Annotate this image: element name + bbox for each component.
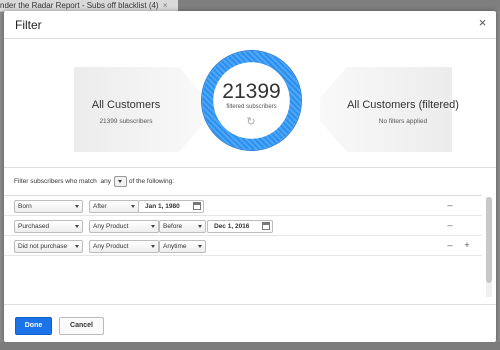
field-select-value: Born xyxy=(18,203,32,210)
filters-applied-status: No filters applied xyxy=(378,118,428,125)
operator-select[interactable]: Anytime xyxy=(159,240,206,253)
filter-row: Born After Jan 1, 1980 – xyxy=(4,196,482,216)
calendar-icon[interactable] xyxy=(262,222,270,230)
background-tab-close-icon[interactable]: × xyxy=(163,1,168,10)
match-sentence: Filter subscribers who match any of the … xyxy=(14,176,174,187)
filtered-customers-title: All Customers (filtered) xyxy=(347,99,459,111)
chevron-down-icon xyxy=(131,205,135,208)
all-customers-title: All Customers xyxy=(91,99,161,111)
filter-summary: All Customers 21399 subscribers 21399 fi… xyxy=(4,39,496,179)
field-select[interactable]: Did not purchase xyxy=(14,240,83,253)
refresh-icon: ↻ xyxy=(246,116,256,128)
filter-dialog: Filter × All Customers 21399 subscribers… xyxy=(4,11,496,342)
filtered-customers-summary: All Customers (filtered) No filters appl… xyxy=(340,99,466,125)
operator-select[interactable]: Before xyxy=(159,220,206,233)
field-select[interactable]: Born xyxy=(14,200,83,213)
field-select[interactable]: Purchased xyxy=(14,220,83,233)
filtered-count-label: filtered subscribers xyxy=(226,104,277,110)
filtered-count-ring: 21399 filtered subscribers ↻ xyxy=(202,51,301,150)
chevron-down-icon xyxy=(75,225,79,228)
filter-rows: Born After Jan 1, 1980 – Purchased Any P… xyxy=(4,196,482,256)
scrollbar-thumb[interactable] xyxy=(486,197,492,283)
filtered-count: 21399 xyxy=(222,80,281,103)
date-field-value: Dec 1, 2016 xyxy=(214,223,250,230)
chevron-down-icon xyxy=(75,245,79,248)
all-customers-count: 21399 subscribers xyxy=(99,118,153,125)
field-select-value: Did not purchase xyxy=(18,243,68,250)
background-tab-label: nder the Radar Report - Subs off blackli… xyxy=(0,1,159,10)
close-icon[interactable]: × xyxy=(476,16,489,29)
filter-row: Purchased Any Product Before Dec 1, 2016… xyxy=(4,216,482,236)
date-field[interactable]: Dec 1, 2016 xyxy=(207,220,273,233)
chevron-down-icon xyxy=(198,225,202,228)
operator-select[interactable]: After xyxy=(89,200,139,213)
operator-select-value: Anytime xyxy=(163,243,187,250)
filter-row: Did not purchase Any Product Anytime – + xyxy=(4,236,482,256)
background-bottom-strip xyxy=(0,342,500,350)
calendar-icon[interactable] xyxy=(193,202,201,210)
product-select-value: Any Product xyxy=(93,223,129,230)
operator-select-value: Before xyxy=(163,223,183,230)
filters-scrollbar[interactable] xyxy=(486,197,492,297)
operator-select-value: After xyxy=(93,203,107,210)
chevron-down-icon xyxy=(151,245,155,248)
match-mode-value[interactable]: any xyxy=(101,178,111,185)
date-field-value: Jan 1, 1980 xyxy=(145,203,180,210)
match-prefix: Filter subscribers who match xyxy=(14,178,97,186)
done-button[interactable]: Done xyxy=(15,317,52,335)
match-suffix: of the following: xyxy=(128,178,175,186)
add-filter-button[interactable]: + xyxy=(462,239,472,251)
date-field[interactable]: Jan 1, 1980 xyxy=(138,200,204,213)
remove-filter-button[interactable]: – xyxy=(445,239,455,251)
chevron-down-icon xyxy=(75,205,79,208)
footer-divider xyxy=(4,304,496,305)
match-mode-select[interactable] xyxy=(114,176,128,187)
field-select-value: Purchased xyxy=(18,223,50,230)
background-tab-strip xyxy=(178,0,500,11)
product-select[interactable]: Any Product xyxy=(89,240,159,253)
product-select-value: Any Product xyxy=(93,243,129,250)
remove-filter-button[interactable]: – xyxy=(445,199,455,211)
chevron-down-icon xyxy=(151,225,155,228)
product-select[interactable]: Any Product xyxy=(89,220,159,233)
remove-filter-button[interactable]: – xyxy=(445,219,455,231)
chevron-down-icon xyxy=(198,245,202,248)
dialog-title: Filter xyxy=(15,18,42,32)
all-customers-summary: All Customers 21399 subscribers xyxy=(74,99,178,125)
summary-divider xyxy=(4,167,496,168)
cancel-button[interactable]: Cancel xyxy=(59,317,104,335)
